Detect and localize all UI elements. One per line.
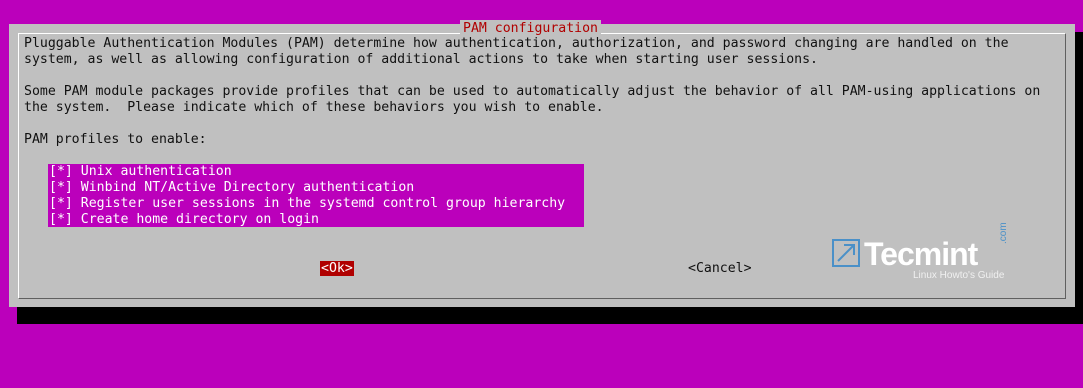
checkbox-checked[interactable]: [*] bbox=[49, 196, 73, 211]
tecmint-watermark: Tecmint .com Linux Howto's Guide bbox=[832, 222, 1012, 281]
watermark-tld: .com bbox=[998, 222, 1009, 244]
pam-config-dialog: PAM configuration Pluggable Authenticati… bbox=[9, 20, 1075, 307]
tecmint-logo-icon bbox=[832, 239, 860, 267]
profile-item-unix[interactable]: [*] Unix authentication bbox=[48, 164, 584, 180]
description-line: system, as well as allowing configuratio… bbox=[24, 52, 818, 67]
watermark-tagline: Linux Howto's Guide bbox=[913, 270, 1005, 281]
checkbox-checked[interactable]: [*] bbox=[49, 164, 73, 179]
checkbox-checked[interactable]: [*] bbox=[49, 180, 73, 195]
profile-label: Unix authentication bbox=[80, 164, 232, 179]
description-line: Some PAM module packages provide profile… bbox=[24, 84, 1041, 99]
profile-label: Create home directory on login bbox=[80, 212, 319, 227]
description-line: Pluggable Authentication Modules (PAM) d… bbox=[24, 36, 1009, 51]
cancel-button[interactable]: <Cancel> bbox=[688, 261, 752, 276]
ok-button[interactable]: <Ok> bbox=[320, 261, 354, 276]
profile-label: Winbind NT/Active Directory authenticati… bbox=[80, 180, 415, 195]
profile-item-systemd[interactable]: [*] Register user sessions in the system… bbox=[48, 196, 584, 212]
profile-item-winbind[interactable]: [*] Winbind NT/Active Directory authenti… bbox=[48, 180, 584, 196]
profiles-checklist: [*] Unix authentication [*] Winbind NT/A… bbox=[48, 164, 584, 227]
profiles-heading: PAM profiles to enable: bbox=[24, 132, 207, 147]
checkbox-checked[interactable]: [*] bbox=[49, 212, 73, 227]
dialog-title: PAM configuration bbox=[460, 20, 601, 37]
profile-item-mkhomedir[interactable]: [*] Create home directory on login bbox=[48, 212, 584, 228]
profile-label: Register user sessions in the systemd co… bbox=[80, 196, 566, 211]
description-line: the system. Please indicate which of the… bbox=[24, 100, 604, 115]
watermark-brand: Tecmint bbox=[864, 236, 978, 272]
